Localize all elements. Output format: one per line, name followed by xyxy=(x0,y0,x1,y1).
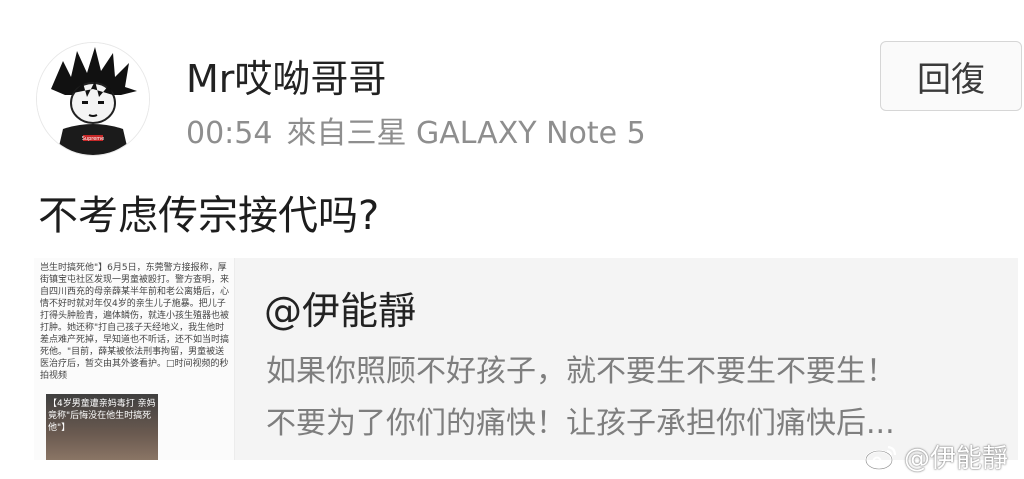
post-meta: 00:54 來自三星 GALAXY Note 5 xyxy=(186,108,660,152)
quoted-post-card[interactable]: 岂生时搞死他"】6月5日，东莞警方接报称，厚街镇宝屯社区发现一男童被殴打。警方查… xyxy=(34,258,1018,460)
weibo-icon xyxy=(864,445,897,470)
post-device: 來自三星 GALAXY Note 5 xyxy=(286,116,646,151)
post-time: 00:54 xyxy=(186,116,273,151)
quoted-post-line-2: 不要为了你们的痛快！让孩子承担你们痛快后... xyxy=(266,406,895,441)
quoted-post-author[interactable]: @伊能靜 xyxy=(264,280,416,335)
thumbnail-article-text: 岂生时搞死他"】6月5日，东莞警方接报称，厚街镇宝屯社区发现一男童被殴打。警方查… xyxy=(40,263,230,381)
user-avatar[interactable]: Supreme xyxy=(36,42,150,156)
goku-avatar-icon: Supreme xyxy=(37,43,149,155)
weibo-watermark: @伊能靜 xyxy=(864,438,1008,475)
reply-button[interactable]: 回復 xyxy=(880,41,1022,111)
quoted-post-thumbnail[interactable]: 岂生时搞死他"】6月5日，东莞警方接报称，厚街镇宝屯社区发现一男童被殴打。警方查… xyxy=(34,258,235,460)
watermark-text: @伊能靜 xyxy=(904,444,1009,474)
thumbnail-caption: 【4岁男童遭亲妈毒打 亲妈竟称"后悔没在他生时搞死他"】 xyxy=(48,399,156,433)
svg-text:Supreme: Supreme xyxy=(82,136,105,142)
comment-text: 不考虑传宗接代吗? xyxy=(38,193,380,239)
username[interactable]: Mr哎呦哥哥 xyxy=(186,48,386,103)
quoted-post-line-1: 如果你照顾不好孩子，就不要生不要生不要生！ xyxy=(266,354,896,389)
